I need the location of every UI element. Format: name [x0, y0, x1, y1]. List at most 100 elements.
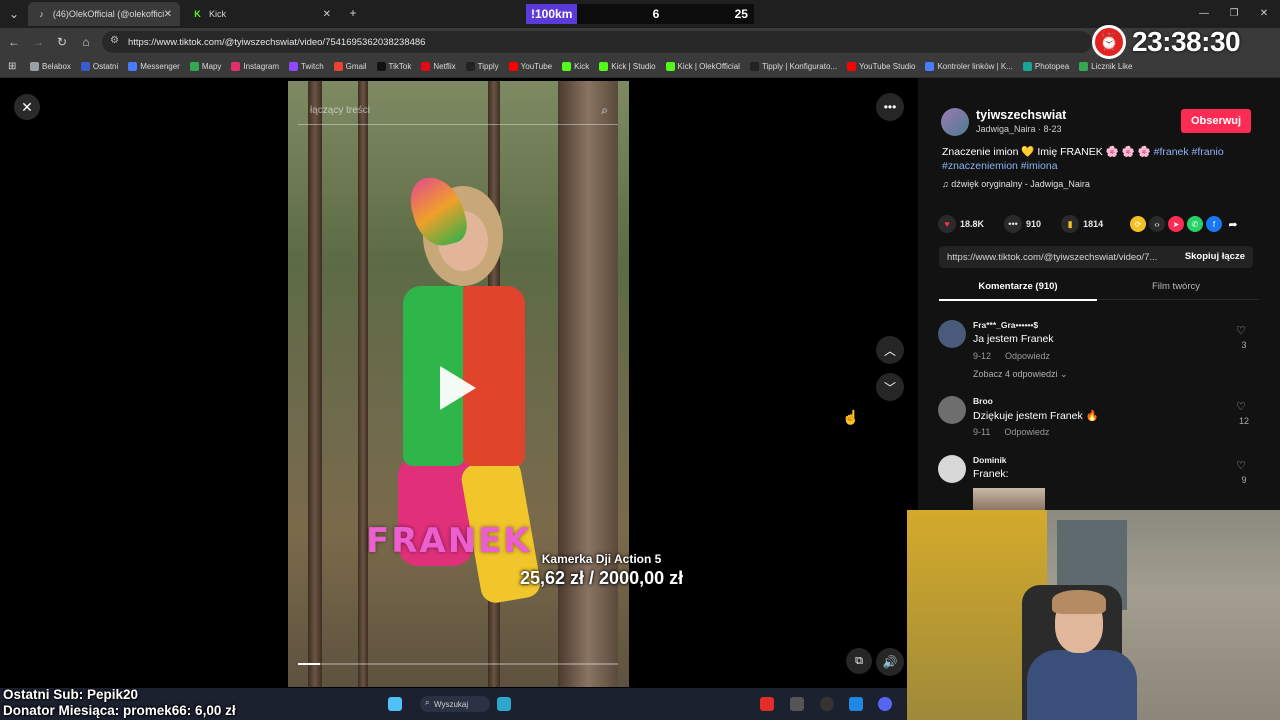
send-icon[interactable]: ➤ [1168, 216, 1184, 232]
bookmark-icon[interactable]: ▮ [1061, 215, 1080, 233]
windows-start-icon[interactable] [388, 697, 402, 711]
comment-like-icon[interactable]: ♡ [1236, 459, 1246, 472]
repost-icon[interactable]: ⟳ [1130, 216, 1146, 232]
bookmark-item[interactable]: TikTok [376, 62, 411, 71]
comment-like-icon[interactable]: ♡ [1236, 400, 1246, 413]
bookmark-item[interactable]: Gmail [333, 62, 367, 71]
bookmark-item[interactable]: Photopea [1022, 62, 1069, 71]
comment-meta: 9-12 Odpowiedz [973, 351, 1050, 361]
taskbar-search[interactable]: ⌕ Wyszukaj [420, 696, 490, 712]
bookmark-favicon-icon [231, 62, 241, 71]
comment-author[interactable]: Dominik [973, 455, 1007, 465]
youtube-app-icon[interactable] [760, 697, 774, 711]
avatar[interactable] [941, 108, 969, 136]
tab-kick[interactable]: K Kick ✕ [184, 2, 339, 26]
embed-icon[interactable]: ‹› [1149, 216, 1165, 232]
close-tab-icon[interactable]: ✕ [164, 9, 172, 20]
bookmark-item[interactable]: Belabox [30, 62, 71, 71]
video-progress-bar[interactable] [298, 663, 618, 665]
tab-comments[interactable]: Komentarze (910) [939, 281, 1097, 301]
back-icon[interactable]: ← [6, 34, 22, 50]
bookmark-favicon-icon [562, 62, 572, 71]
comment-date: 9-11 [973, 427, 991, 437]
bookmark-favicon-icon [333, 62, 343, 71]
close-tab-icon[interactable]: ✕ [323, 9, 331, 20]
next-video-button[interactable]: ﹀ [876, 373, 904, 401]
search-icon[interactable]: ⌕ [601, 103, 608, 118]
tab-list-icon[interactable]: ⌄ [6, 6, 22, 22]
comment-avatar[interactable] [938, 396, 966, 424]
heart-icon[interactable]: ♥ [938, 215, 956, 233]
follow-button[interactable]: Obserwuj [1181, 109, 1251, 133]
bookmark-favicon-icon [665, 62, 675, 71]
bookmark-item[interactable]: YouTube Studio [847, 62, 915, 71]
tab-tiktok[interactable]: ♪ (46)OlekOfficial (@olekofficial_ ✕ [28, 2, 180, 26]
bookmark-favicon-icon [465, 62, 475, 71]
close-video-button[interactable]: ✕ [14, 94, 40, 120]
discord-icon[interactable] [878, 697, 892, 711]
video-search-input[interactable]: łączący treści ⌕ [298, 97, 618, 125]
username[interactable]: tyiwszechswiat [976, 108, 1066, 122]
apps-grid-icon[interactable]: ⊞ [8, 61, 16, 72]
bookmark-item[interactable]: Messenger [128, 62, 180, 71]
bookmark-item[interactable]: Instagram [231, 62, 279, 71]
hashtag-link[interactable]: #znaczeniemion #imiona [942, 160, 1058, 172]
comment-icon[interactable]: ••• [1004, 215, 1023, 233]
tab-title: (46)OlekOfficial (@olekofficial_ [52, 9, 164, 19]
comment-item: Dominik Franek: ♡ 9 [938, 455, 1258, 510]
tab-creator-videos[interactable]: Film twórcy [1097, 281, 1255, 292]
bookmark-item[interactable]: Kick [562, 62, 589, 71]
view-replies-link[interactable]: Zobacz 4 odpowiedzi ⌄ [973, 369, 1068, 380]
bookmark-item[interactable]: Kick | OlekOfficial [665, 62, 740, 71]
comment-like-icon[interactable]: ♡ [1236, 324, 1246, 337]
reload-icon[interactable]: ↻ [54, 34, 70, 50]
facebook-icon[interactable]: f [1206, 216, 1222, 232]
chrome-icon[interactable] [820, 697, 834, 711]
sound-link[interactable]: ♫ dźwięk oryginalny - Jadwiga_Naira [942, 179, 1090, 189]
whatsapp-icon[interactable]: ✆ [1187, 216, 1203, 232]
bookmark-item[interactable]: Ostatni [80, 62, 118, 71]
reply-link[interactable]: Odpowiedz [1004, 427, 1049, 437]
url-input[interactable]: ⚙ https://www.tiktok.com/@tyiwszechswiat… [102, 31, 1092, 53]
search-icon: ⌕ [425, 698, 430, 707]
maximize-icon[interactable]: ❐ [1226, 5, 1242, 21]
video-player[interactable]: łączący treści ⌕ FRANEK [288, 81, 629, 687]
bookmark-item[interactable]: Kick | Studio [599, 62, 656, 71]
close-window-icon[interactable]: ✕ [1256, 5, 1272, 21]
minimize-icon[interactable]: — [1196, 5, 1212, 21]
bookmark-item[interactable]: Tipply [465, 62, 499, 71]
reply-link[interactable]: Odpowiedz [1005, 351, 1050, 361]
video-link-field[interactable]: https://www.tiktok.com/@tyiwszechswiat/v… [939, 246, 1253, 268]
bookmark-item[interactable]: Netflix [421, 62, 456, 71]
bookmark-item[interactable]: Tipply | Konfigurato... [749, 62, 837, 71]
hashtag-link[interactable]: #franek #franio [1154, 146, 1224, 158]
bookmark-item[interactable]: Mapy [189, 62, 221, 71]
bookmark-item[interactable]: YouTube [508, 62, 552, 71]
play-icon[interactable] [440, 366, 476, 410]
comment-author[interactable]: Broo [973, 396, 993, 406]
forward-icon[interactable]: → [30, 34, 46, 50]
new-tab-icon[interactable]: + [345, 5, 361, 21]
share-arrow-icon[interactable]: ➦ [1225, 216, 1241, 232]
comment-avatar[interactable] [938, 320, 966, 348]
kick-icon: K [194, 9, 201, 19]
app-icon[interactable] [849, 697, 863, 711]
site-info-icon[interactable]: ⚙ [110, 35, 119, 46]
file-explorer-icon[interactable] [497, 697, 511, 711]
comment-author[interactable]: Fra***_Gra••••••$ [973, 320, 1038, 330]
previous-video-button[interactable]: ︿ [876, 336, 904, 364]
bookmark-item[interactable]: Licznik Like [1079, 62, 1133, 71]
bookmark-item[interactable]: Kontroler linków | K... [925, 62, 1013, 71]
bookmark-item[interactable]: Twitch [288, 62, 324, 71]
comment-avatar[interactable] [938, 455, 966, 483]
save-count: 1814 [1083, 219, 1104, 229]
volume-icon[interactable]: 🔊 [876, 648, 904, 676]
mouse-app-icon[interactable] [790, 697, 804, 711]
more-options-button[interactable]: ••• [876, 93, 904, 121]
comment-like-count: 9 [1241, 475, 1247, 485]
bookmark-favicon-icon [376, 62, 386, 71]
comment-image[interactable] [973, 488, 1045, 510]
home-icon[interactable]: ⌂ [78, 34, 94, 50]
copy-link-button[interactable]: Skopiuj łącze [1185, 251, 1245, 262]
picture-in-picture-icon[interactable]: ⧉ [846, 648, 872, 674]
